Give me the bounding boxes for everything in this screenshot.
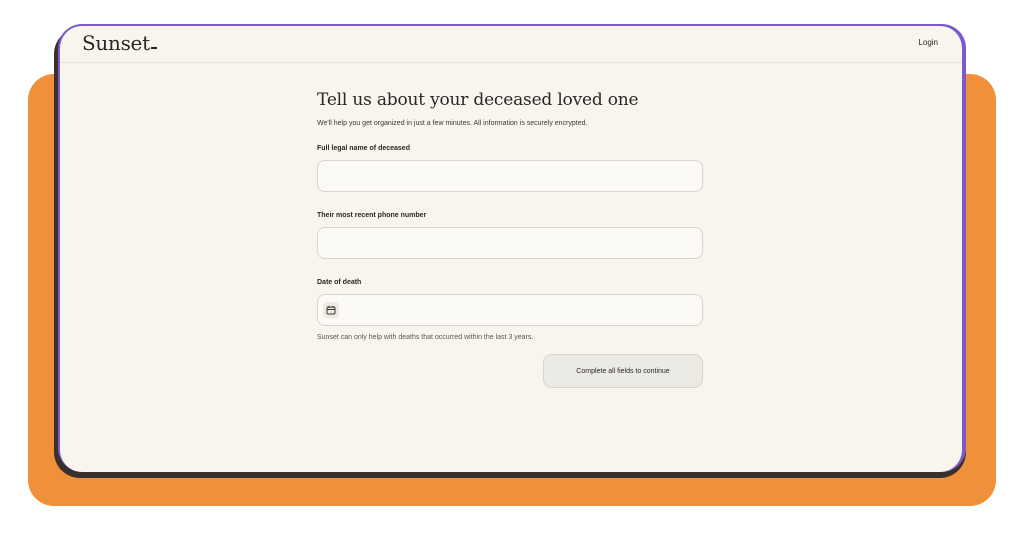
phone-number-input[interactable] <box>317 227 703 259</box>
date-eligibility-hint: Sunset can only help with deaths that oc… <box>317 334 534 341</box>
browser-window: Sunset Login Tell us about your deceased… <box>60 26 962 472</box>
date-of-death-input[interactable] <box>317 294 703 326</box>
page-title: Tell us about your deceased loved one <box>317 90 639 110</box>
page-subtitle: We'll help you get organized in just a f… <box>317 120 588 127</box>
phone-number-label: Their most recent phone number <box>317 212 427 219</box>
continue-button[interactable]: Complete all fields to continue <box>543 354 703 388</box>
brand-name: Sunset <box>82 31 150 55</box>
full-name-input[interactable] <box>317 160 703 192</box>
login-link[interactable]: Login <box>918 38 938 47</box>
calendar-icon[interactable] <box>323 302 339 318</box>
brand-dot <box>150 47 157 49</box>
deceased-info-form: Tell us about your deceased loved one We… <box>317 90 703 388</box>
date-of-death-field <box>317 294 703 326</box>
brand-logo[interactable]: Sunset <box>82 31 157 55</box>
top-navigation-bar: Sunset Login <box>60 26 962 63</box>
date-of-death-label: Date of death <box>317 279 362 286</box>
stage: Sunset Login Tell us about your deceased… <box>0 0 1024 536</box>
full-name-label: Full legal name of deceased <box>317 145 410 152</box>
